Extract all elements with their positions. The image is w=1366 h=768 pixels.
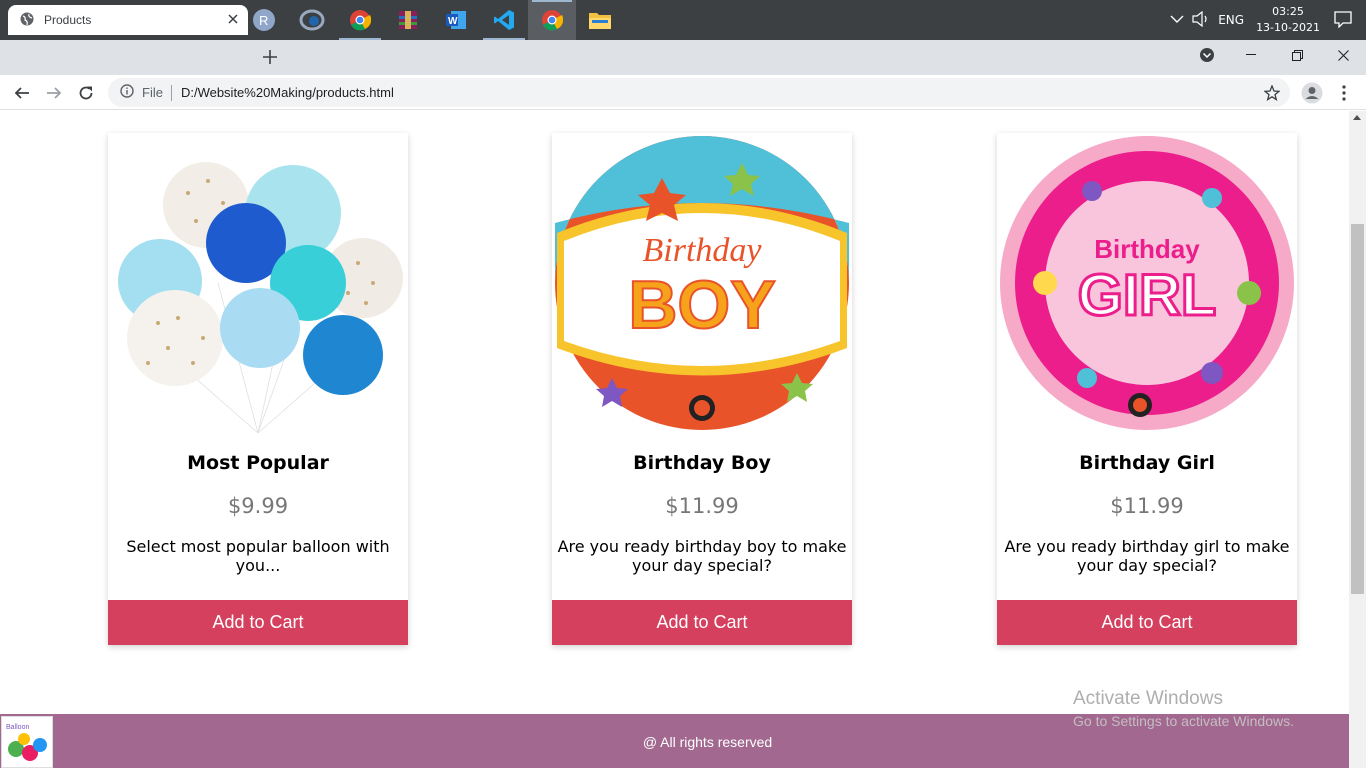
product-price: $11.99	[665, 494, 739, 518]
restore-button[interactable]	[1280, 40, 1314, 70]
add-to-cart-button[interactable]: Add to Cart	[997, 600, 1297, 645]
word-icon[interactable]: W	[432, 0, 480, 40]
reload-icon[interactable]	[72, 79, 100, 107]
vertical-scrollbar[interactable]	[1349, 111, 1366, 768]
browser-toolbar: File D:/Website%20Making/products.html	[0, 75, 1366, 110]
chrome-active-icon[interactable]	[528, 0, 576, 40]
vscode-icon[interactable]	[480, 0, 528, 40]
scheme-label: File	[142, 85, 163, 100]
activate-windows-watermark: Activate Windows Go to Settings to activ…	[1073, 688, 1294, 729]
close-tab-icon[interactable]	[228, 13, 238, 27]
tab-search-icon[interactable]	[1196, 40, 1218, 70]
winrar-icon[interactable]	[384, 0, 432, 40]
product-price: $9.99	[227, 494, 289, 518]
svg-text:Birthday: Birthday	[1094, 234, 1200, 264]
product-price: $11.99	[1110, 494, 1184, 518]
star-icon[interactable]	[1258, 79, 1286, 107]
add-to-cart-button[interactable]: Add to Cart	[108, 600, 408, 645]
menu-dots-icon[interactable]	[1330, 79, 1358, 107]
tab-title: Products	[44, 13, 92, 27]
scrollbar-thumb[interactable]	[1351, 224, 1364, 594]
product-title: Birthday Girl	[1079, 452, 1215, 474]
product-description: Select most popular balloon with you...	[126, 537, 390, 575]
product-description: Are you ready birthday boy to make your …	[557, 537, 847, 575]
chevron-up-icon[interactable]	[1170, 13, 1184, 27]
browser-tab[interactable]: Products	[8, 5, 248, 35]
product-card-birthday-boy: Birthday BOY Birthday Boy $11.99 Are you…	[552, 133, 852, 645]
back-icon[interactable]	[8, 79, 36, 107]
address-bar[interactable]: File D:/Website%20Making/products.html	[108, 78, 1290, 107]
birthday-girl-balloon-image: Birthday GIRL	[997, 133, 1297, 433]
product-card-most-popular: Most Popular $9.99 Select most popular b…	[108, 133, 408, 645]
svg-text:R: R	[259, 13, 268, 28]
system-tray: ENG 03:25 13-10-2021	[1170, 0, 1366, 40]
product-title: Most Popular	[187, 452, 329, 474]
product-title: Birthday Boy	[633, 452, 771, 474]
info-icon[interactable]	[120, 84, 134, 101]
language-indicator[interactable]: ENG	[1218, 13, 1244, 27]
notification-icon[interactable]	[1334, 10, 1352, 31]
svg-text:W: W	[448, 16, 458, 27]
product-card-birthday-girl: Birthday GIRL Birthday Girl $11.99 Are y…	[997, 133, 1297, 645]
add-to-cart-button[interactable]: Add to Cart	[552, 600, 852, 645]
divider	[170, 84, 172, 101]
rstudio-icon[interactable]	[288, 0, 336, 40]
url-text[interactable]: D:/Website%20Making/products.html	[181, 85, 394, 100]
minimize-button[interactable]	[1234, 40, 1268, 70]
product-description: Are you ready birthday girl to make your…	[1004, 537, 1290, 575]
svg-text:GIRL: GIRL	[1078, 263, 1217, 328]
balloon-bouquet-image	[108, 133, 408, 433]
chrome-icon[interactable]	[336, 0, 384, 40]
birthday-boy-balloon-image: Birthday BOY	[552, 133, 852, 433]
clock-date: 13-10-2021	[1256, 21, 1320, 34]
profile-avatar[interactable]	[1298, 79, 1326, 107]
svg-text:Balloon: Balloon	[6, 724, 29, 731]
close-window-button[interactable]	[1326, 40, 1360, 70]
forward-icon[interactable]	[40, 79, 68, 107]
footer-text: @ All rights reserved	[642, 734, 773, 750]
new-tab-button[interactable]	[258, 45, 282, 69]
file-explorer-icon[interactable]	[576, 0, 624, 40]
tab-strip	[0, 40, 1366, 75]
volume-icon[interactable]	[1192, 10, 1210, 30]
svg-text:Birthday: Birthday	[643, 232, 763, 269]
svg-text:BOY: BOY	[628, 267, 775, 343]
scroll-up-icon[interactable]	[1353, 115, 1361, 120]
clock[interactable]: 03:25 13-10-2021	[1256, 4, 1320, 36]
watermark-title: Activate Windows	[1073, 688, 1223, 709]
watermark-subtitle: Go to Settings to activate Windows.	[1073, 713, 1294, 729]
globe-icon	[20, 12, 34, 29]
page-content: Most Popular $9.99 Select most popular b…	[0, 111, 1349, 768]
clock-time: 03:25	[1272, 5, 1304, 18]
